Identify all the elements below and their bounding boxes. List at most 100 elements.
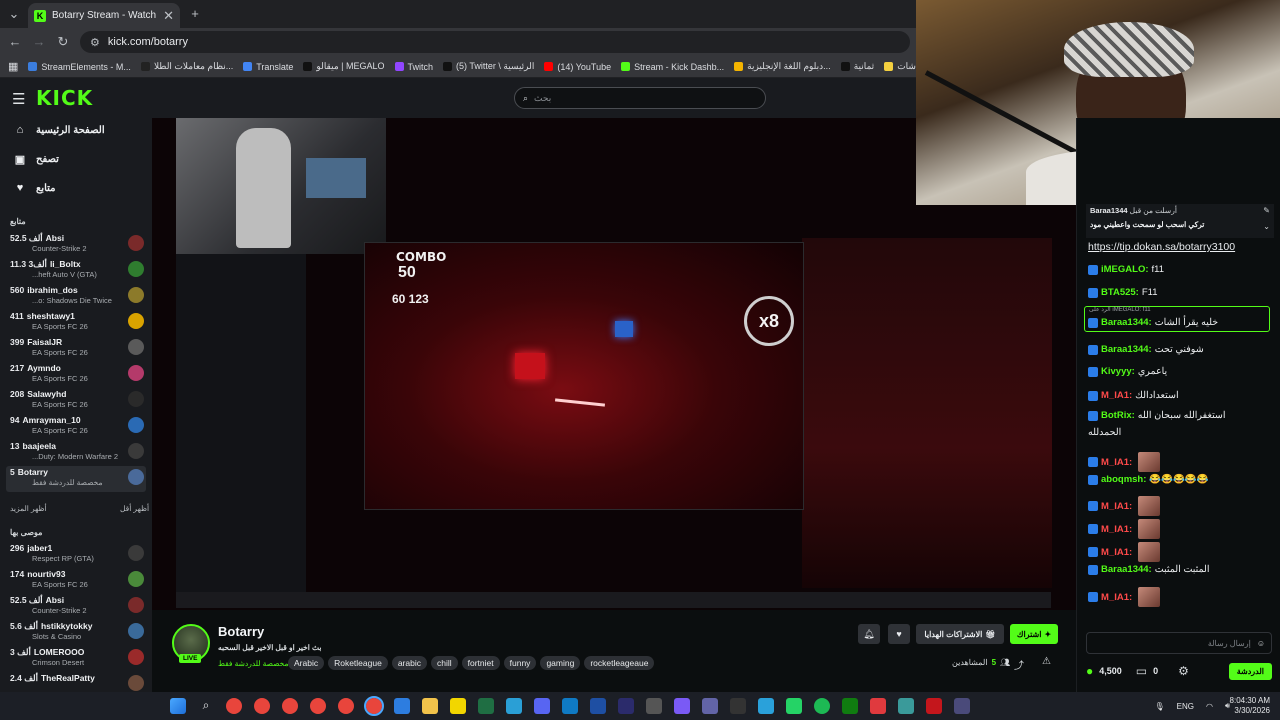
tab-search-icon[interactable]: ⌄	[6, 6, 22, 22]
chat-username[interactable]: Kivyyy:	[1101, 366, 1135, 377]
favorite-button[interactable]: ♥	[888, 624, 910, 644]
tag-chip[interactable]: chill	[430, 656, 458, 670]
tag-chip[interactable]: Roketleague	[328, 656, 388, 670]
chat-message[interactable]: aboqmsh: 😂😂😂😂😂	[1088, 474, 1274, 485]
chat-username[interactable]: BTA525:	[1101, 287, 1139, 298]
channel-row[interactable]: 296 jaber1 Respect RP (GTA)	[6, 542, 146, 568]
notification-bell-button[interactable]: 🔔︎	[858, 624, 880, 644]
chat-message[interactable]: https://tip.dokan.sa/botarry3100	[1088, 241, 1274, 253]
bookmark-item[interactable]: StreamElements - M...	[28, 62, 131, 72]
follow-button[interactable]: اشتراك ✦	[1010, 624, 1058, 644]
file-explorer-icon[interactable]	[422, 698, 438, 714]
app3-icon[interactable]	[730, 698, 746, 714]
bookmark-item[interactable]: Stream - Kick Dashb...	[621, 62, 724, 72]
chat-message[interactable]: iMEGALO: f11	[1088, 264, 1274, 275]
stream-category[interactable]: مخصصة للدردشة فقط	[218, 659, 289, 668]
channel-row[interactable]: 5 Botarry مخصصة للدردشة فقط	[6, 466, 146, 492]
channel-row[interactable]: 5.6 ألف hstikkytokky Slots & Casino	[6, 620, 146, 646]
app6-icon[interactable]	[926, 698, 942, 714]
show-less-link[interactable]: أظهر أقل	[120, 504, 149, 513]
chrome-icon[interactable]	[226, 698, 242, 714]
chat-message[interactable]: Kivyyy: ياعمري	[1088, 366, 1274, 377]
clock[interactable]: 8:04:30 AM 3/30/2026	[1230, 696, 1270, 716]
wifi-icon[interactable]: ◠	[1206, 702, 1213, 711]
sticky-icon[interactable]	[450, 698, 466, 714]
chat-message[interactable]: Baraa1344: المثبت المثبت	[1088, 564, 1274, 575]
bookmark-item[interactable]: ثمانية	[840, 61, 874, 72]
chat-message[interactable]: BotRix: استغفرالله سبحان الله	[1088, 410, 1274, 421]
share-icon[interactable]: ⤴	[1014, 657, 1024, 672]
forward-icon[interactable]: →	[32, 34, 46, 49]
nav-item-home[interactable]: ⌂ الصفحة الرئيسية	[14, 124, 105, 136]
url-field[interactable]: ⚙ kick.com/botarry	[80, 31, 910, 53]
emoji-icon[interactable]: ☺	[1257, 639, 1265, 648]
channel-row[interactable]: 52.5 ألف Absi Counter-Strike 2	[6, 594, 146, 620]
chat-username[interactable]: iMEGALO:	[1101, 264, 1149, 275]
bookmark-item[interactable]: Twitch	[394, 62, 433, 72]
report-icon[interactable]: ⚠	[1042, 656, 1051, 667]
premiere-icon[interactable]	[618, 698, 634, 714]
chat-message[interactable]: M_IA1:	[1088, 496, 1274, 516]
bookmark-item[interactable]: ميقالو | MEGALO	[303, 61, 385, 72]
app-icon[interactable]	[394, 698, 410, 714]
tag-chip[interactable]: funny	[503, 656, 537, 670]
chat-username[interactable]: M_IA1:	[1101, 457, 1132, 468]
channel-row[interactable]: 11.3 ألف3li_Boltx ...heft Auto V (GTA)	[6, 258, 146, 284]
app2-icon[interactable]	[674, 698, 690, 714]
chrome-icon-active[interactable]	[364, 696, 384, 716]
steam-icon[interactable]	[506, 698, 522, 714]
streamer-name[interactable]: Botarry	[218, 624, 264, 639]
new-tab-button[interactable]: +	[188, 6, 202, 21]
bookmark-item[interactable]: دبلوم اللغة الإنجليزية...	[734, 61, 831, 72]
app4-icon[interactable]	[870, 698, 886, 714]
chat-username[interactable]: BotRix:	[1101, 410, 1135, 421]
channel-row[interactable]: 13 baajeela ...Duty: Modern Warfare 2	[6, 440, 146, 466]
channel-row[interactable]: 3 ألف LOMEROOO Crimson Desert	[6, 646, 146, 672]
settings-icon[interactable]: ⚙	[1178, 664, 1189, 678]
chat-message[interactable]: M_IA1:	[1088, 452, 1274, 472]
expand-chevron-icon[interactable]: ⌄	[1263, 222, 1270, 231]
search-field[interactable]: ⌕ بحث	[514, 87, 766, 109]
chat-username[interactable]: aboqmsh:	[1101, 474, 1146, 485]
app7-icon[interactable]	[954, 698, 970, 714]
chrome-icon-4[interactable]	[310, 698, 326, 714]
photoshop-icon[interactable]	[590, 698, 606, 714]
obs-icon[interactable]	[646, 698, 662, 714]
mic-icon[interactable]: 🎙︎	[1154, 702, 1164, 711]
back-icon[interactable]: ←	[8, 34, 22, 49]
excel-icon[interactable]	[478, 698, 494, 714]
chat-message[interactable]: Baraa1344: شوفني تحت	[1088, 344, 1274, 355]
chat-message[interactable]: M_IA1:	[1088, 542, 1274, 562]
chat-link[interactable]: https://tip.dokan.sa/botarry3100	[1088, 241, 1235, 253]
discord-icon[interactable]	[534, 698, 550, 714]
tab-close-icon[interactable]: ✕	[163, 8, 174, 24]
points-value[interactable]: 4,500	[1099, 666, 1122, 676]
chat-username[interactable]: M_IA1:	[1101, 592, 1132, 603]
chat-username[interactable]: M_IA1:	[1101, 390, 1132, 401]
chat-username[interactable]: M_IA1:	[1101, 524, 1132, 535]
tag-chip[interactable]: gaming	[540, 656, 581, 670]
browser-tab-active[interactable]: K Botarry Stream - Watch Live on ✕	[28, 3, 180, 28]
bookmark-item[interactable]: (14) YouTube	[544, 62, 611, 72]
chat-message[interactable]: الحمدلله	[1088, 427, 1274, 438]
bookmark-item[interactable]: نظام معاملات الطلا...	[140, 61, 233, 72]
chat-username[interactable]: Baraa1344:	[1101, 344, 1152, 355]
chat-message[interactable]: M_IA1:	[1088, 587, 1274, 607]
channel-row[interactable]: 399 FaisalJR EA Sports FC 26	[6, 336, 146, 362]
chrome-icon-2[interactable]	[254, 698, 270, 714]
chrome-icon-3[interactable]	[282, 698, 298, 714]
chat-username[interactable]: M_IA1:	[1101, 501, 1132, 512]
chat-message[interactable]: M_IA1:	[1088, 519, 1274, 539]
tag-chip[interactable]: Arabic	[288, 656, 325, 670]
show-more-link[interactable]: أظهر المزيد	[10, 504, 47, 513]
spotify-icon[interactable]	[814, 698, 830, 714]
chat-message[interactable]: BTA525: F11	[1088, 287, 1274, 298]
chrome-icon-5[interactable]	[338, 698, 354, 714]
pinned-message[interactable]: Baraa1344 أرسلت من قبل تركي اسحب لو سمحت…	[1086, 204, 1274, 238]
gift-subs-button[interactable]: الاشتراكات الهدايا 🎁︎	[916, 624, 1004, 644]
chat-username[interactable]: M_IA1:	[1101, 547, 1132, 558]
bookmark-item[interactable]: (5) Twitter \ الرئيسية	[443, 61, 534, 72]
nav-item-browse[interactable]: ▣ تصفح	[14, 153, 59, 166]
chat-username[interactable]: Baraa1344:	[1101, 564, 1152, 575]
chat-input[interactable]: إرسال رسالة ☺	[1086, 632, 1272, 654]
